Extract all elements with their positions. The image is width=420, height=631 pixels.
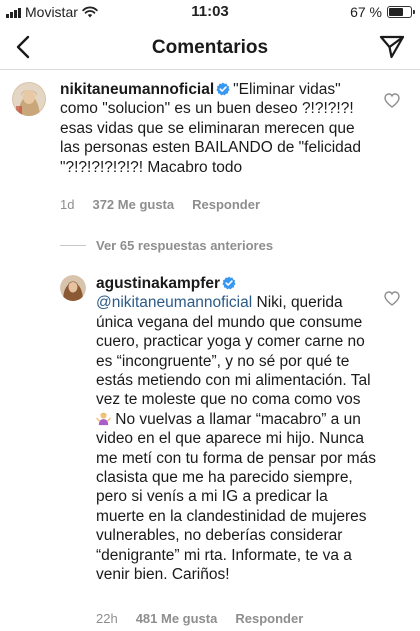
paper-plane-icon[interactable] xyxy=(378,33,406,61)
username[interactable]: nikitaneumannoficial xyxy=(60,81,214,98)
divider-line xyxy=(60,245,86,246)
avatar[interactable] xyxy=(12,82,46,116)
reply-button[interactable]: Responder xyxy=(235,611,303,626)
profile-photo-icon xyxy=(60,275,86,301)
comment-time: 1d xyxy=(60,197,75,212)
status-bar: Movistar 11:03 67 % xyxy=(0,0,420,24)
verified-badge-icon xyxy=(222,276,236,290)
battery-percentage: 67 % xyxy=(350,4,382,20)
likes-count[interactable]: 372 Me gusta xyxy=(92,197,174,212)
battery-icon xyxy=(387,6,415,18)
verified-badge-icon xyxy=(216,82,230,96)
top-nav-bar: Comentarios xyxy=(0,24,420,70)
woman-shrugging-emoji-icon xyxy=(96,412,111,425)
comment-text: agustinakampfer @nikitaneumannoficial Nik… xyxy=(96,274,378,585)
avatar[interactable] xyxy=(60,275,86,301)
username[interactable]: agustinakampfer xyxy=(96,275,220,292)
profile-photo-icon xyxy=(12,82,46,116)
view-previous-replies-button[interactable]: Ver 65 respuestas anteriores xyxy=(60,238,273,253)
comment-content-part-2: No vuelvas a llamar “macabro” a un video… xyxy=(96,410,376,584)
reply-button[interactable]: Responder xyxy=(192,197,260,212)
comment-time: 22h xyxy=(96,611,118,626)
view-replies-label: Ver 65 respuestas anteriores xyxy=(96,238,274,253)
heart-icon[interactable] xyxy=(384,291,400,306)
heart-icon[interactable] xyxy=(384,93,400,108)
comment-meta: 1d 372 Me gusta Responder xyxy=(60,197,260,212)
mention-link[interactable]: @nikitaneumannoficial xyxy=(96,294,252,311)
comment-content-part-1: Niki, querida única vegana del mundo que… xyxy=(96,294,371,409)
battery-fill xyxy=(389,8,404,16)
page-title: Comentarios xyxy=(151,37,269,58)
comment-meta: 22h 481 Me gusta Responder xyxy=(96,611,303,626)
battery-info: 67 % xyxy=(350,4,415,20)
comment-text: nikitaneumannoficial "Eliminar vidas" com… xyxy=(60,80,366,177)
likes-count[interactable]: 481 Me gusta xyxy=(136,611,218,626)
